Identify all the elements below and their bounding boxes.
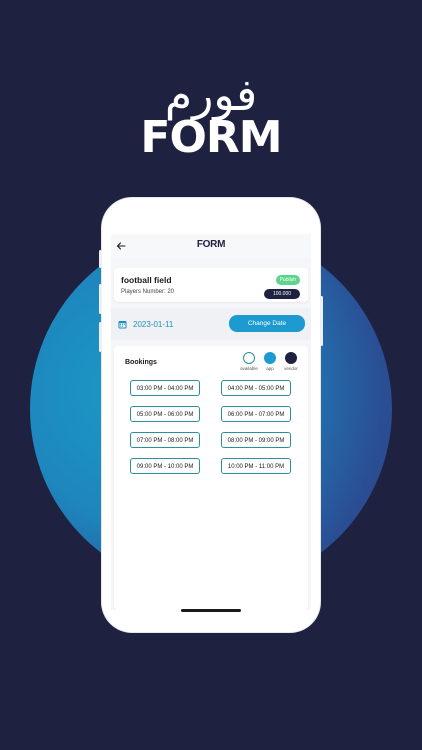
price-badge: 100.000 [264,289,300,299]
time-slot[interactable]: 07:00 PM - 08:00 PM [130,432,200,448]
side-button-right [320,296,323,346]
legend-available-dot [243,352,255,364]
legend-available: available [238,352,260,371]
time-slot[interactable]: 05:00 PM - 06:00 PM [130,406,200,422]
side-button-left-2 [99,284,102,314]
time-slot[interactable]: 03:00 PM - 04:00 PM [130,380,200,396]
legend-app: app [259,352,281,371]
legend-vendor: vendor [280,352,302,371]
calendar-icon [118,321,127,329]
phone-frame: FORM football field Players Number: 20 P… [99,198,323,632]
legend-vendor-label: vendor [284,366,298,371]
legend-vendor-dot [285,352,297,364]
side-button-left-3 [99,322,102,352]
selected-date: 2023-01-11 [133,320,174,329]
bookings-card: Bookings available app vendor 03:00 PM -… [114,346,308,610]
time-slot[interactable]: 09:00 PM - 10:00 PM [130,458,200,474]
field-card[interactable]: football field Players Number: 20 Publis… [114,268,308,302]
legend-app-label: app [266,366,274,371]
bookings-title: Bookings [125,359,157,366]
time-slot[interactable]: 06:00 PM - 07:00 PM [221,406,291,422]
home-indicator[interactable] [181,609,241,612]
app-screen: FORM football field Players Number: 20 P… [111,234,311,610]
legend-app-dot [264,352,276,364]
legend-available-label: available [240,366,258,371]
date-strip: 2023-01-11 Change Date [111,308,311,340]
change-date-button[interactable]: Change Date [229,315,305,332]
players-number: Players Number: 20 [121,289,175,295]
time-slot[interactable]: 10:00 PM - 11:00 PM [221,458,291,474]
field-title: football field [121,275,172,285]
time-slot[interactable]: 08:00 PM - 09:00 PM [221,432,291,448]
app-header: FORM [111,234,311,258]
app-brand-title: FORM [196,239,226,250]
time-slot[interactable]: 04:00 PM - 05:00 PM [221,380,291,396]
logo-latin: FORM [140,112,282,163]
side-button-left-1 [99,250,102,268]
status-badge: Publish [275,275,300,285]
